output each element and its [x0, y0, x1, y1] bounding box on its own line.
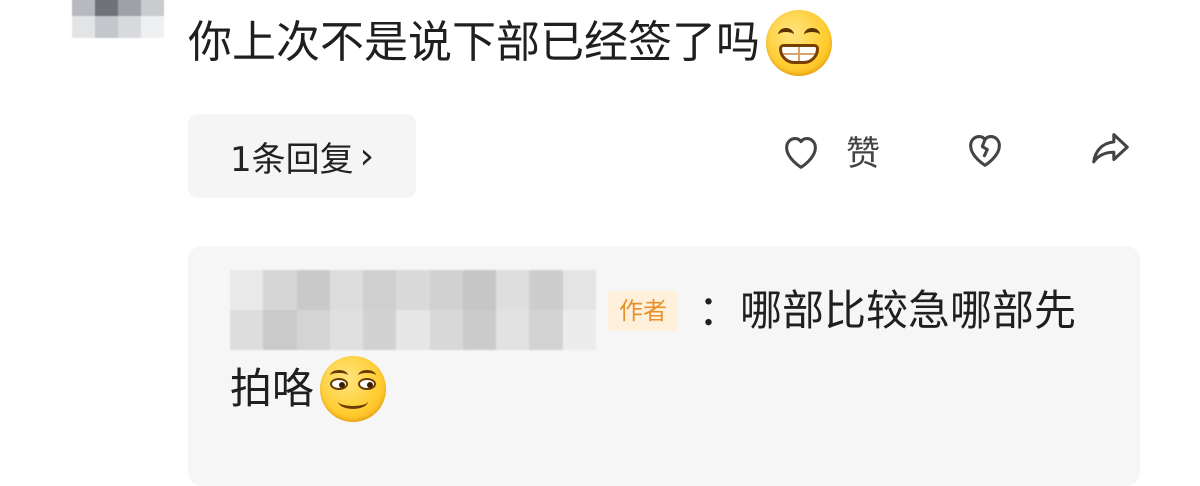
- reply-box: 作者 ：哪部比较急哪部先 拍咯: [188, 246, 1140, 486]
- share-arrow-icon: [1086, 126, 1134, 172]
- reply-text-line-2: 拍咯: [230, 356, 387, 422]
- reply-count-label: 1条回复: [229, 139, 354, 180]
- reply-text-line-2-body: 拍咯: [230, 364, 315, 413]
- reply-author-blurred[interactable]: [230, 270, 596, 350]
- smirk-face-icon: [320, 356, 387, 422]
- comment-text: 你上次不是说下部已经签了吗: [188, 10, 832, 76]
- view-replies-button[interactable]: 1条回复 ›: [188, 114, 416, 198]
- author-badge: 作者: [608, 291, 678, 331]
- like-button[interactable]: 赞: [778, 126, 880, 175]
- grinning-face-icon: [766, 10, 832, 76]
- heart-outline-icon: [778, 128, 824, 174]
- comment-body: 你上次不是说下部已经签了吗: [188, 17, 760, 68]
- avatar-blurred[interactable]: [72, 0, 164, 38]
- chevron-right-icon: ›: [359, 135, 375, 177]
- share-button[interactable]: [1086, 126, 1134, 172]
- dislike-button[interactable]: [962, 126, 1008, 172]
- like-label: 赞: [846, 134, 880, 174]
- reply-text-line-1: ：哪部比较急哪部先: [698, 286, 1077, 335]
- broken-heart-icon: [962, 126, 1008, 172]
